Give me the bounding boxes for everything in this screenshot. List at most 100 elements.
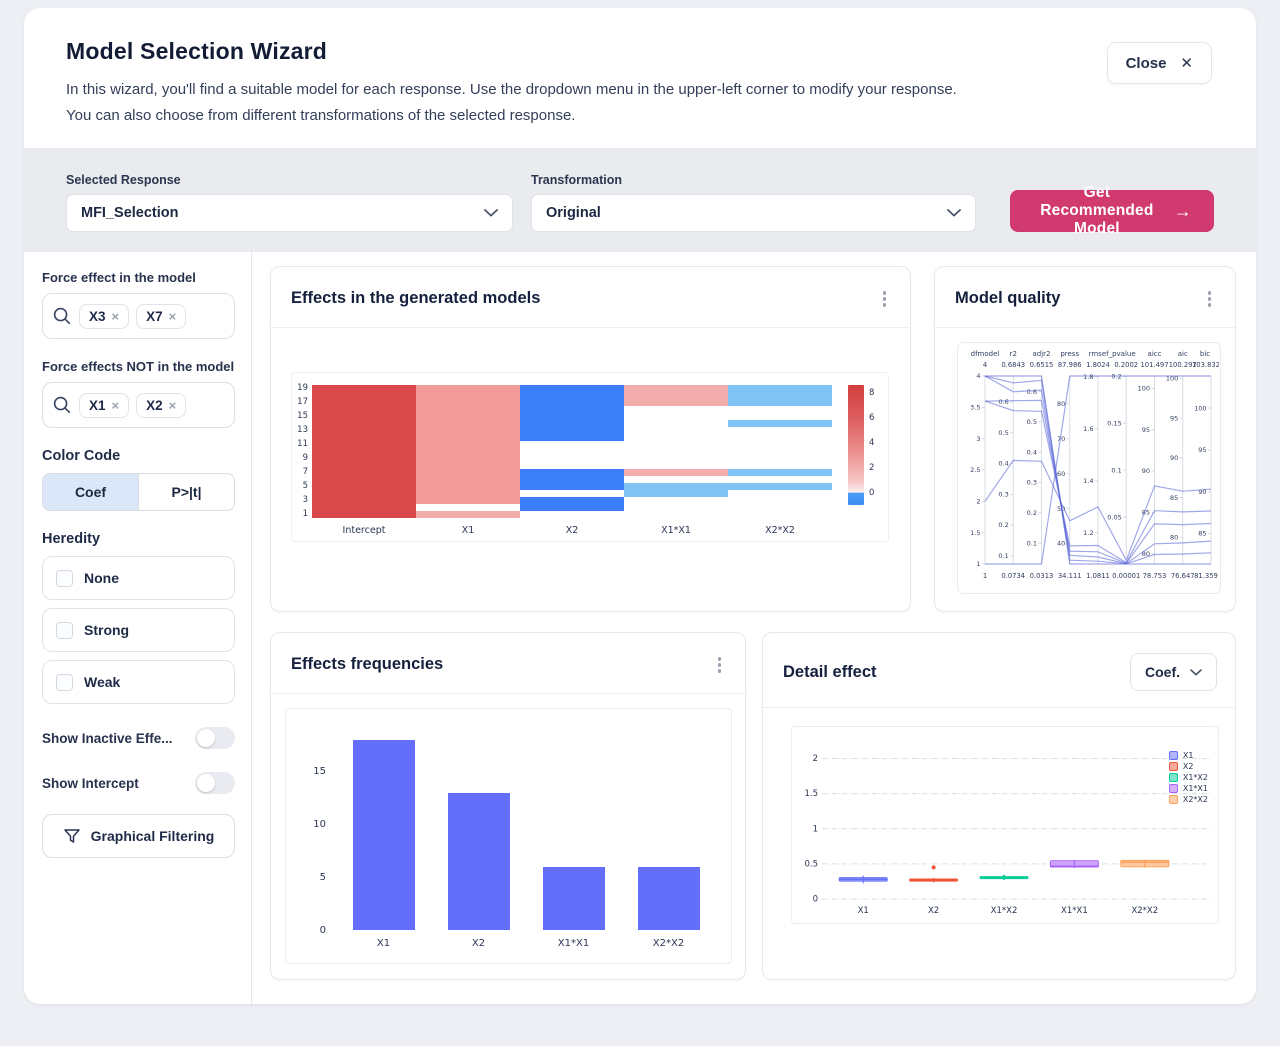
- box-x-tick: X2*X2: [1131, 906, 1158, 916]
- heatmap-cell: [312, 511, 416, 518]
- axis-tick-label: 2.5: [970, 466, 980, 474]
- heatmap-cell: [312, 462, 416, 469]
- heredity-option-strong[interactable]: Strong: [42, 608, 235, 652]
- response-toolbar: Selected Response MFI_Selection Transfor…: [24, 148, 1256, 252]
- checkbox-icon[interactable]: [56, 674, 73, 691]
- axis-tick-label: 40: [1057, 539, 1065, 547]
- heatmap-cell: [312, 392, 416, 399]
- chart-legend: X1 X2 X1*X2 X1*X1 X2*X2: [1169, 751, 1208, 806]
- wizard-content: Force effect in the model X3 × X7 × Forc…: [24, 252, 1256, 1004]
- heatmap-cell: [624, 483, 728, 490]
- heatmap-y-tick: 3: [293, 497, 308, 504]
- heredity-option-weak[interactable]: Weak: [42, 660, 235, 704]
- box-x-tick: X2: [928, 906, 939, 916]
- heatmap-cell: [416, 441, 520, 448]
- box: [1121, 860, 1169, 866]
- axis-tick-label: 1.4: [1083, 477, 1093, 485]
- heatmap-x-tick: X1*X1: [624, 525, 728, 536]
- colorbar-tick: 8: [869, 388, 874, 398]
- legend-item[interactable]: X1*X1: [1169, 784, 1208, 793]
- heatmap-cell: [624, 392, 728, 399]
- chip-label: X2: [146, 398, 163, 413]
- heatmap-y-tick: 13: [293, 427, 308, 434]
- graphical-filtering-button[interactable]: Graphical Filtering: [42, 814, 235, 858]
- axis-min-label: 1: [983, 572, 987, 580]
- axis-tick-label: 3: [976, 434, 980, 442]
- chip-x1[interactable]: X1 ×: [79, 393, 129, 418]
- mean-point: [1002, 875, 1006, 879]
- axis-max-label: 0.6515: [1030, 361, 1054, 369]
- selected-response-dropdown[interactable]: MFI_Selection: [66, 194, 513, 232]
- heatmap-colorbar: [848, 385, 864, 505]
- heatmap-cell: [416, 462, 520, 469]
- legend-label: X1: [1183, 751, 1194, 760]
- heredity-option-none[interactable]: None: [42, 556, 235, 600]
- chip-x3[interactable]: X3 ×: [79, 304, 129, 329]
- chip-x7[interactable]: X7 ×: [136, 304, 186, 329]
- color-code-segmented-control: Coef P>|t|: [42, 473, 235, 511]
- detail-effect-metric-dropdown[interactable]: Coef.: [1130, 653, 1217, 691]
- chip-label: X3: [89, 309, 106, 324]
- show-intercept-toggle[interactable]: [195, 772, 235, 794]
- axis-tick-label: 0.4: [998, 459, 1008, 467]
- heatmap-cell: [312, 476, 416, 483]
- legend-item[interactable]: X2*X2: [1169, 795, 1208, 804]
- heatmap-cell: [520, 483, 624, 490]
- close-button[interactable]: Close ✕: [1107, 42, 1212, 84]
- heredity-option-label: Weak: [84, 674, 120, 690]
- kebab-menu-icon[interactable]: [1202, 287, 1218, 311]
- heatmap-cell: [624, 469, 728, 476]
- heatmap-y-tick: 11: [293, 441, 308, 448]
- axis-tick-label: 0.6: [1027, 387, 1037, 395]
- checkbox-icon[interactable]: [56, 570, 73, 587]
- heatmap-x-tick: X1: [416, 525, 520, 536]
- legend-label: X2: [1183, 762, 1194, 771]
- color-code-option-pvalue[interactable]: P>|t|: [138, 474, 234, 510]
- axis-max-label: 103.832: [1192, 361, 1219, 369]
- legend-label: X1*X2: [1183, 773, 1208, 782]
- force-out-search-input[interactable]: X1 × X2 ×: [42, 382, 235, 428]
- axis-max-label: 0.6843: [1001, 361, 1025, 369]
- get-recommended-model-button[interactable]: Get Recommended Model →: [1010, 190, 1214, 232]
- chip-remove-icon[interactable]: ×: [112, 398, 120, 413]
- force-in-search-input[interactable]: X3 × X7 ×: [42, 293, 235, 339]
- axis-tick-label: 0.3: [1027, 478, 1037, 486]
- heatmap-cell: [520, 413, 624, 420]
- toggle-knob: [197, 729, 215, 747]
- funnel-icon: [63, 827, 81, 845]
- axis-tick-label: 0.6: [998, 398, 1008, 406]
- box-y-tick: 0.5: [804, 859, 818, 869]
- legend-item[interactable]: X1*X2: [1169, 773, 1208, 782]
- show-inactive-effects-toggle[interactable]: [195, 727, 235, 749]
- heatmap-cell: [312, 385, 416, 392]
- heatmap-cell: [416, 385, 520, 392]
- chip-remove-icon[interactable]: ×: [169, 398, 177, 413]
- heatmap-y-tick: 9: [293, 455, 308, 462]
- axis-header: bic: [1200, 350, 1210, 358]
- heatmap-cell: [312, 455, 416, 462]
- chip-remove-icon[interactable]: ×: [112, 309, 120, 324]
- transformation-value: Original: [546, 205, 601, 221]
- color-code-option-coef[interactable]: Coef: [43, 474, 138, 510]
- kebab-menu-icon[interactable]: [712, 653, 728, 677]
- heatmap-cell: [312, 504, 416, 511]
- heatmap-cell: [728, 399, 832, 406]
- transformation-dropdown[interactable]: Original: [531, 194, 976, 232]
- checkbox-icon[interactable]: [56, 622, 73, 639]
- chip-remove-icon[interactable]: ×: [169, 309, 177, 324]
- force-out-label: Force effects NOT in the model: [42, 359, 235, 374]
- chip-x2[interactable]: X2 ×: [136, 393, 186, 418]
- legend-item[interactable]: X1: [1169, 751, 1208, 760]
- axis-tick-label: 85: [1198, 529, 1206, 537]
- page-title: Model Selection Wizard: [66, 38, 1026, 65]
- legend-swatch: [1169, 773, 1178, 782]
- box-x-tick: X1*X2: [991, 906, 1018, 916]
- legend-item[interactable]: X2: [1169, 762, 1208, 771]
- legend-swatch: [1169, 795, 1178, 804]
- graphical-filtering-label: Graphical Filtering: [91, 828, 215, 844]
- kebab-menu-icon[interactable]: [877, 287, 893, 311]
- heatmap-cell: [728, 392, 832, 399]
- effects-frequencies-chart: 051015X1X2X1*X1X2*X2: [285, 708, 732, 964]
- box-y-tick: 1.5: [804, 789, 818, 799]
- heatmap-cell: [416, 497, 520, 504]
